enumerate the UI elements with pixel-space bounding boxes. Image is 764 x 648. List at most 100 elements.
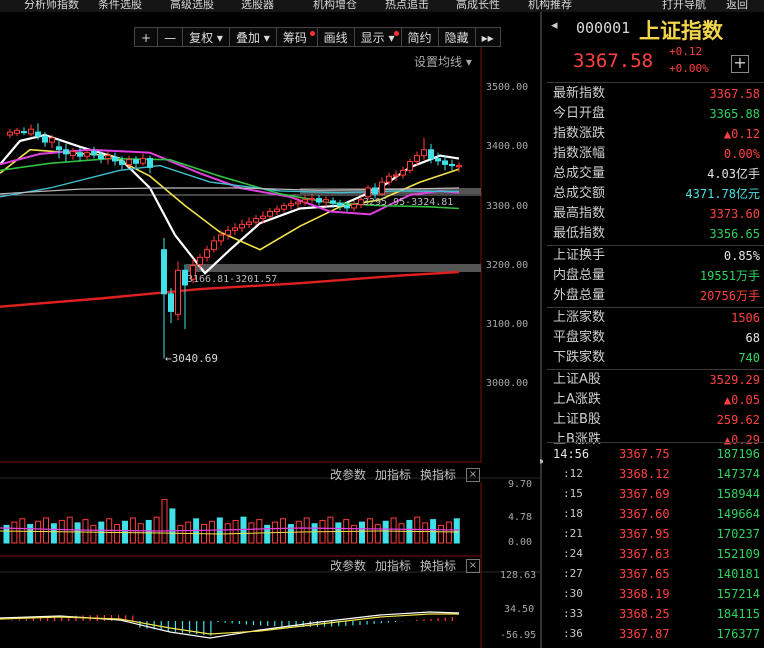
price-y-tick: 3100.00 [486,319,529,330]
volume-bar [27,524,34,544]
quote-field-label: 上涨家数 [553,310,606,325]
quote-field-value: ▲0.05 [723,393,760,407]
menu-item-back[interactable]: 返回 [726,0,748,12]
candle-body [35,131,41,137]
more-toolbar-icon[interactable]: ▸▸ [475,27,501,47]
volume-bar [185,521,192,544]
quote-field-label: 外盘总量 [553,288,606,303]
quote-field-row: 上证A股 3529.29 [553,370,760,390]
tick-volume: 184115 [716,607,760,621]
volume-bar [74,522,81,544]
candle-body [274,208,280,212]
chart-canvas[interactable] [0,12,540,648]
tick-row: 14:56 3367.75 187196 [543,444,760,464]
volume-bar [453,518,460,544]
chips-button[interactable]: 筹码 [276,27,318,47]
price-y-tick: 3300.00 [486,201,529,212]
volume-bar [169,508,176,544]
panel-divider[interactable] [540,12,542,648]
hide-button[interactable]: 隐藏 [438,27,476,47]
candle-body [288,203,294,207]
kline-chart-area[interactable]: + — 复权 ▾ 叠加 ▾ 筹码 画线 显示 ▾ 简约 隐藏 ▸▸ 设置均线 ▾… [0,12,540,648]
tick-time: :18 [563,507,583,520]
divider [547,442,764,443]
candle-body [161,249,167,295]
tick-price: 3368.25 [619,607,670,621]
quote-field-value: 4.03亿手 [707,167,760,181]
menu-item-advanced-stock[interactable]: 高级选股 [170,0,214,12]
tick-time: :33 [563,607,583,620]
tick-volume: 170237 [716,527,760,541]
macd-y-tick: 34.50 [504,604,535,615]
zoom-in-button[interactable]: + [134,27,159,47]
candle-body [393,174,399,177]
candle-body [246,221,252,225]
zoom-out-button[interactable]: — [158,27,184,47]
quote-panel: ◂ 000001 上证指数 3367.58 +0.12 +0.00% + 最新指… [543,12,764,648]
volume-bar [422,522,429,544]
ma-setting-label: 设置均线 [414,55,463,69]
tick-price: 3367.75 [619,447,670,461]
current-price: 3367.58 [573,50,654,72]
fuquan-dropdown[interactable]: 复权 ▾ [183,27,230,47]
candle-body [400,169,406,176]
price-change-pct: +0.00% [669,62,709,75]
menu-item-institution-recommend[interactable]: 机构推荐 [528,0,572,12]
tick-time: :15 [563,487,583,500]
display-dropdown[interactable]: 显示 ▾ [354,27,402,47]
panel2-edit-params-button[interactable]: 改参数 [330,557,366,574]
menu-item-analyst-index[interactable]: 分析师指数 [24,0,79,12]
candle-body [435,158,441,162]
candle-body [323,199,329,203]
volume-bar [153,516,160,544]
panel2-close-icon[interactable]: × [466,559,480,573]
chart-toolbar: + — 复权 ▾ 叠加 ▾ 筹码 画线 显示 ▾ 简约 隐藏 ▸▸ [134,27,501,47]
quote-field-label: 最高指数 [553,206,606,221]
menu-item-hot-chase[interactable]: 热点追击 [385,0,429,12]
tick-row: :15 3367.69 158944 [543,484,760,504]
quote-field-label: 上证B股 [553,412,601,427]
menu-item-high-growth[interactable]: 高成长性 [456,0,500,12]
candle-body [84,152,90,157]
candle-body [428,149,434,160]
draw-line-button[interactable]: 画线 [317,27,355,47]
low-price-annotation: ←3040.69 [165,352,218,365]
menu-item-open-nav[interactable]: 打开导航 [662,0,706,12]
stock-name: 上证指数 [639,19,723,43]
panel1-switch-indicator-button[interactable]: 换指标 [420,466,456,483]
price-y-tick: 3200.00 [486,260,529,271]
candle-body [14,129,20,134]
candle-body [98,154,104,160]
panel1-close-icon[interactable]: × [466,468,480,482]
quote-field-value: 3529.29 [709,373,760,387]
add-to-watchlist-button[interactable]: + [731,55,749,73]
menu-item-stock-picker[interactable]: 选股器 [241,0,274,12]
menu-item-institution-add[interactable]: 机构增仓 [313,0,357,12]
volume-bar [335,522,342,544]
panel1-add-indicator-button[interactable]: 加指标 [375,466,411,483]
volume-bar [445,521,452,544]
panel2-switch-indicator-button[interactable]: 换指标 [420,557,456,574]
candle-body [372,187,378,195]
candle-body [449,163,455,167]
ma-setting-dropdown[interactable]: 设置均线 ▾ [414,53,472,70]
quote-field-row: 指数涨幅 0.00% [553,144,760,164]
panel2-add-indicator-button[interactable]: 加指标 [375,557,411,574]
overlay-dropdown[interactable]: 叠加 ▾ [229,27,277,47]
prev-stock-icon[interactable]: ◂ [551,18,558,33]
candle-body [112,156,118,162]
quote-field-label: 上证换手 [553,248,606,263]
simple-mode-button[interactable]: 简约 [401,27,439,47]
candle-body [302,199,308,203]
price-y-tick: 3500.00 [486,82,529,93]
volume-bar [161,499,168,544]
menu-item-condition-stock[interactable]: 条件选股 [98,0,142,12]
volume-bar [374,524,381,544]
divider [547,82,764,83]
panel1-edit-params-button[interactable]: 改参数 [330,466,366,483]
candle-body [260,215,266,220]
volume-bar [311,523,318,544]
quote-field-label: 总成交量 [553,166,606,181]
stock-code: 000001 [576,19,631,37]
quote-field-label: 指数涨幅 [553,146,606,161]
